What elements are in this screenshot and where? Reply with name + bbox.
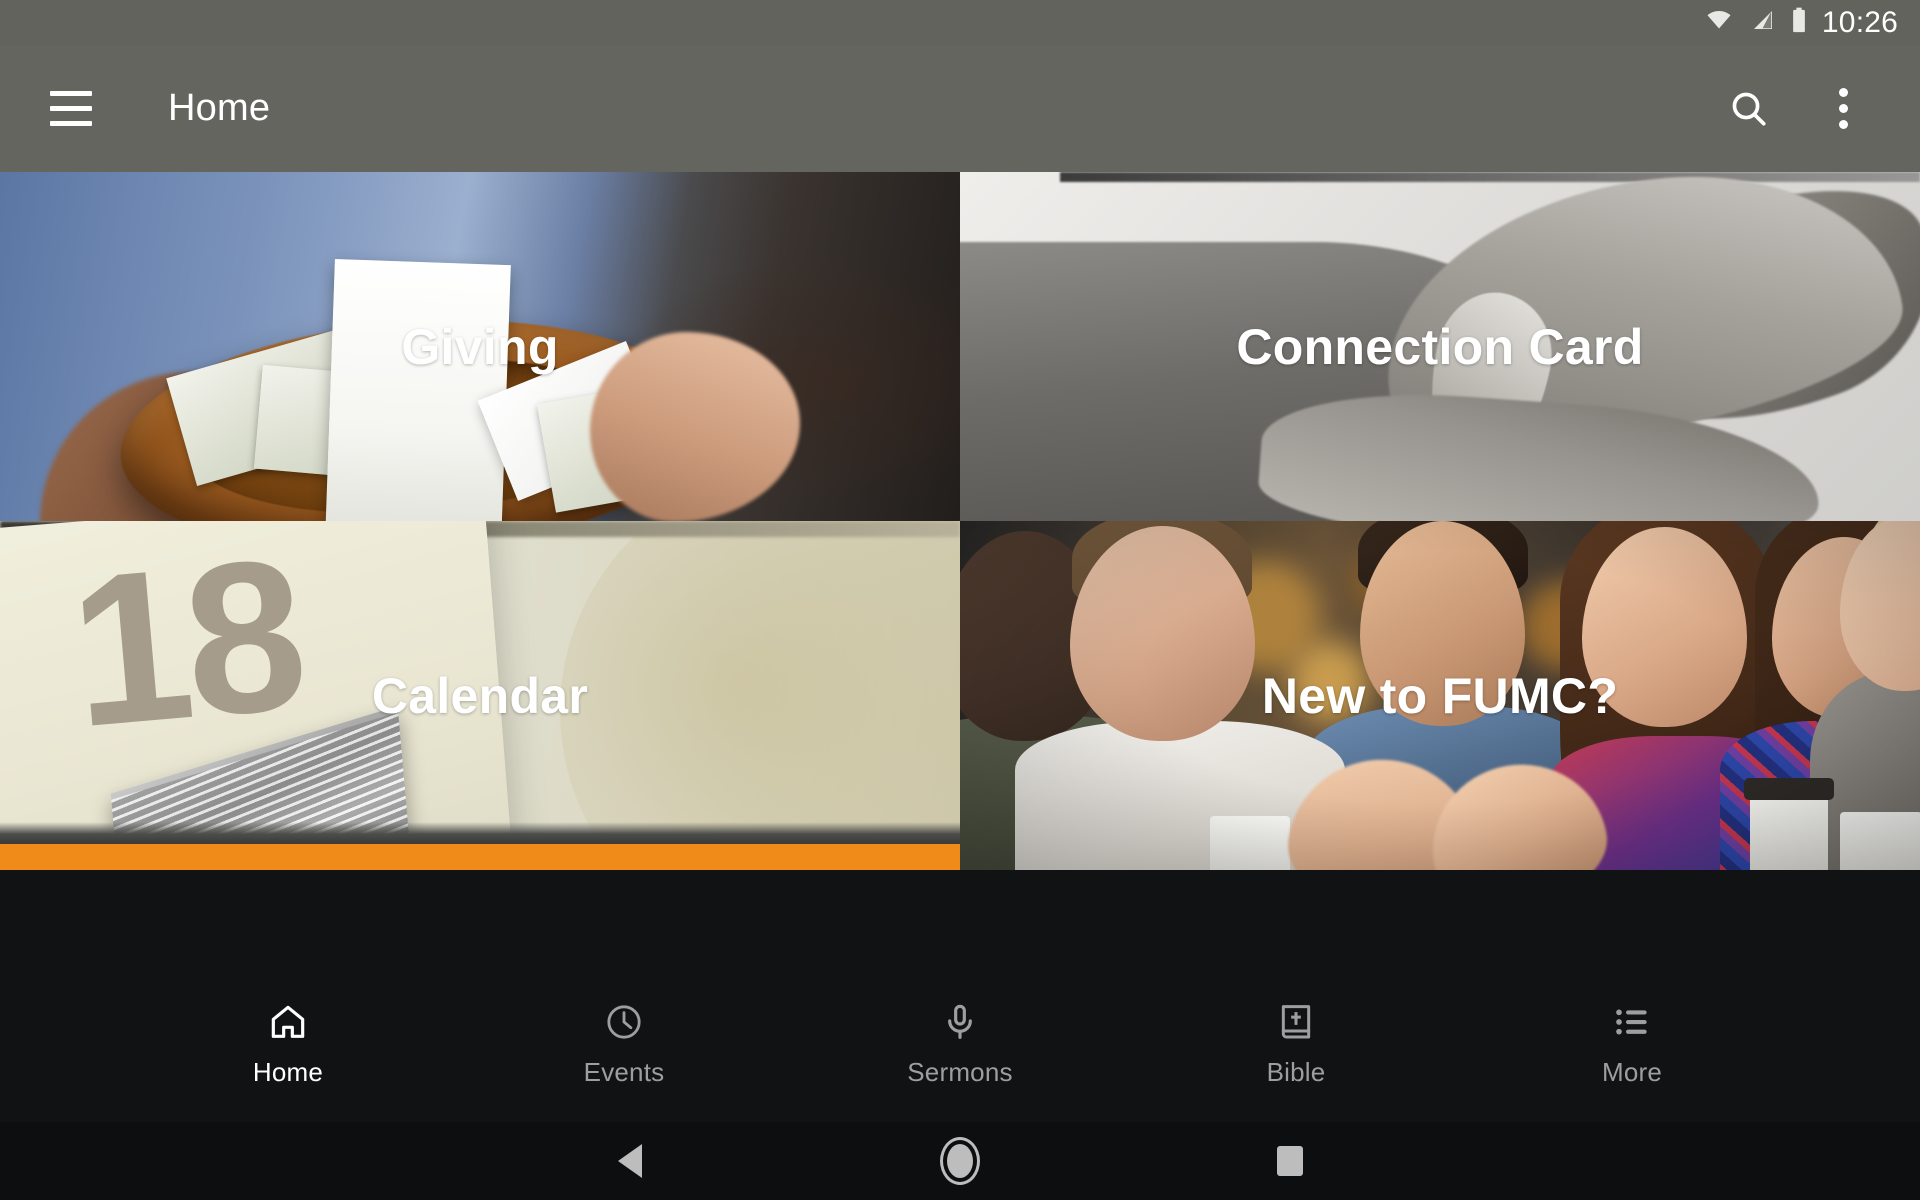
tile-giving[interactable]: Giving <box>0 172 960 521</box>
tile-calendar[interactable]: 18 Calendar <box>0 521 960 870</box>
wifi-icon <box>1704 8 1734 37</box>
overflow-menu-icon[interactable] <box>1806 72 1880 146</box>
clock-icon <box>604 999 644 1045</box>
microphone-icon <box>940 999 980 1045</box>
cell-signal-icon <box>1748 8 1776 37</box>
bottom-navigation-bar: Home Events Sermons Bible More <box>0 962 1920 1122</box>
nav-label-events: Events <box>583 1057 665 1087</box>
nav-item-more[interactable]: More <box>1542 999 1722 1085</box>
tile-label-giving: Giving <box>401 318 559 375</box>
system-recents-button[interactable] <box>1125 1146 1455 1176</box>
nav-item-home[interactable]: Home <box>198 999 378 1085</box>
list-icon <box>1612 999 1652 1045</box>
system-back-button[interactable] <box>465 1144 795 1178</box>
search-icon[interactable] <box>1712 72 1786 146</box>
recents-square-icon <box>1277 1146 1303 1176</box>
app-screen: 10:26 Home Giving Connection Card 18 Cal… <box>0 0 1920 1200</box>
nav-item-sermons[interactable]: Sermons <box>870 999 1050 1085</box>
status-bar-clock: 10:26 <box>1821 5 1898 39</box>
page-title: Home <box>168 87 271 129</box>
tile-connection-card[interactable]: Connection Card <box>960 172 1920 521</box>
nav-item-events[interactable]: Events <box>534 999 714 1085</box>
home-tile-grid: Giving Connection Card 18 Calendar New t… <box>0 172 1920 870</box>
system-home-button[interactable] <box>795 1144 1125 1178</box>
nav-label-home: Home <box>252 1057 324 1087</box>
hamburger-menu-icon[interactable] <box>42 80 100 138</box>
tile-label-calendar: Calendar <box>371 667 589 724</box>
status-bar: 10:26 <box>0 0 1920 45</box>
nav-label-sermons: Sermons <box>907 1057 1013 1087</box>
tile-new-to-fumc[interactable]: New to FUMC? <box>960 521 1920 870</box>
calendar-accent-strip <box>0 844 960 870</box>
tile-label-connection-card: Connection Card <box>1236 318 1644 375</box>
battery-icon <box>1790 7 1808 38</box>
home-circle-icon <box>947 1144 973 1178</box>
nav-label-bible: Bible <box>1266 1057 1326 1087</box>
house-icon <box>268 999 308 1045</box>
status-icon-group <box>1704 7 1808 38</box>
back-triangle-icon <box>618 1144 642 1178</box>
nav-label-more: More <box>1601 1057 1663 1087</box>
bible-book-icon <box>1276 999 1316 1045</box>
android-system-navigation-bar <box>0 1122 1920 1200</box>
app-bar: Home <box>0 45 1920 172</box>
calendar-day-number: 18 <box>61 521 310 773</box>
nav-item-bible[interactable]: Bible <box>1206 999 1386 1085</box>
tile-label-new-to-fumc: New to FUMC? <box>1261 667 1619 724</box>
